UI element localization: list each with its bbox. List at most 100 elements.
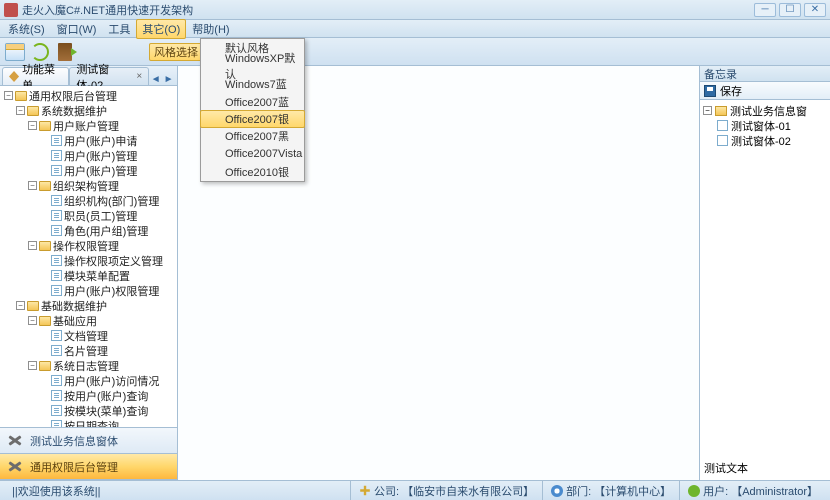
- tree-leaf[interactable]: 按模块(菜单)查询: [40, 403, 175, 418]
- home-icon: [9, 71, 19, 82]
- folder-icon: [39, 181, 51, 191]
- file-icon: [51, 405, 62, 416]
- menu-system[interactable]: 系统(S): [2, 19, 51, 39]
- file-icon: [51, 270, 62, 281]
- file-icon: [51, 375, 62, 386]
- memo-text: 测试文本: [700, 456, 830, 480]
- tab-menu[interactable]: 功能菜单: [2, 67, 69, 85]
- menu-other[interactable]: 其它(O): [136, 19, 186, 39]
- tree-leaf[interactable]: 用户(账户)访问情况: [40, 373, 175, 388]
- file-icon: [51, 345, 62, 356]
- tree-leaf[interactable]: 组织机构(部门)管理: [40, 193, 175, 208]
- file-icon: [717, 135, 728, 146]
- tree-node[interactable]: −测试业务信息窗: [703, 103, 827, 118]
- memo-tree: −测试业务信息窗 测试窗体-01 测试窗体-02: [700, 100, 830, 456]
- status-welcome: ||欢迎使用该系统||: [4, 481, 350, 500]
- status-company: 公司:【临安市自来水有限公司】: [350, 481, 542, 500]
- file-icon: [51, 195, 62, 206]
- tree-leaf[interactable]: 模块菜单配置: [40, 268, 175, 283]
- style-menu: 默认风格 WindowsXP默认 Windows7蓝 Office2007蓝 O…: [200, 38, 305, 182]
- statusbar: ||欢迎使用该系统|| 公司:【临安市自来水有限公司】 部门:【计算机中心】 用…: [0, 480, 830, 500]
- file-icon: [51, 420, 62, 427]
- tabs-scroll-left[interactable]: ◄: [149, 74, 162, 85]
- style-item-xp[interactable]: WindowsXP默认: [201, 57, 304, 75]
- style-item-win7[interactable]: Windows7蓝: [201, 75, 304, 93]
- style-item-2010silver[interactable]: Office2010银: [201, 163, 304, 181]
- tree-leaf[interactable]: 名片管理: [40, 343, 175, 358]
- left-tabs: 功能菜单 测试窗体-02× ◄ ►: [0, 66, 177, 86]
- folder-icon: [39, 361, 51, 371]
- menubar: 系统(S) 窗口(W) 工具 其它(O) 帮助(H): [0, 20, 830, 38]
- save-button[interactable]: 保存: [700, 82, 830, 100]
- menu-window[interactable]: 窗口(W): [51, 19, 103, 39]
- tree-node[interactable]: −系统数据维护: [16, 103, 175, 118]
- folder-icon: [39, 316, 51, 326]
- tree-node[interactable]: −基础应用: [28, 313, 175, 328]
- accordion-item-test[interactable]: 测试业务信息窗体: [0, 428, 177, 454]
- calendar-button[interactable]: [4, 41, 26, 63]
- file-icon: [51, 255, 62, 266]
- folder-icon: [39, 121, 51, 131]
- tree-leaf[interactable]: 用户(账户)申请: [40, 133, 175, 148]
- exit-button[interactable]: [54, 41, 76, 63]
- refresh-icon: [31, 43, 49, 61]
- close-icon[interactable]: ×: [136, 71, 142, 82]
- style-item-2007vista[interactable]: Office2007Vista: [201, 145, 304, 163]
- style-item-2007silver[interactable]: Office2007银: [200, 110, 305, 128]
- building-icon: [359, 485, 371, 497]
- refresh-button[interactable]: [29, 41, 51, 63]
- tree-leaf[interactable]: 测试窗体-02: [717, 133, 827, 148]
- menu-help[interactable]: 帮助(H): [186, 19, 235, 39]
- tree-node[interactable]: −系统日志管理: [28, 358, 175, 373]
- nav-tree: −通用权限后台管理 −系统数据维护 −用户账户管理 用户(账户)申请 用户(账户…: [0, 86, 177, 427]
- file-icon: [51, 285, 62, 296]
- folder-icon: [15, 91, 27, 101]
- minimize-button[interactable]: ─: [754, 3, 776, 17]
- exit-icon: [58, 43, 72, 61]
- tree-root[interactable]: −通用权限后台管理: [4, 88, 175, 103]
- accordion: 测试业务信息窗体 通用权限后台管理: [0, 427, 177, 480]
- file-icon: [51, 225, 62, 236]
- folder-icon: [27, 301, 39, 311]
- tree-leaf[interactable]: 用户(账户)权限管理: [40, 283, 175, 298]
- tree-leaf[interactable]: 用户(账户)管理: [40, 148, 175, 163]
- tree-node[interactable]: −组织架构管理: [28, 178, 175, 193]
- tree-leaf[interactable]: 文档管理: [40, 328, 175, 343]
- tabs-scroll-right[interactable]: ►: [162, 74, 175, 85]
- tree-leaf[interactable]: 按日期查询: [40, 418, 175, 427]
- menu-tools[interactable]: 工具: [102, 19, 136, 39]
- tools-icon: [6, 432, 24, 450]
- file-icon: [51, 330, 62, 341]
- style-item-2007black[interactable]: Office2007黑: [201, 127, 304, 145]
- maximize-button[interactable]: ☐: [779, 3, 801, 17]
- file-icon: [717, 120, 728, 131]
- tree-leaf[interactable]: 操作权限项定义管理: [40, 253, 175, 268]
- tab-test[interactable]: 测试窗体-02×: [69, 67, 149, 85]
- save-icon: [704, 85, 716, 97]
- tree-leaf[interactable]: 测试窗体-01: [717, 118, 827, 133]
- status-user: 用户:【Administrator】: [679, 481, 826, 500]
- dept-icon: [551, 485, 563, 497]
- calendar-icon: [5, 43, 25, 61]
- close-button[interactable]: ✕: [804, 3, 826, 17]
- file-icon: [51, 390, 62, 401]
- tree-leaf[interactable]: 职员(员工)管理: [40, 208, 175, 223]
- tree-node[interactable]: −用户账户管理: [28, 118, 175, 133]
- left-panel: 功能菜单 测试窗体-02× ◄ ► −通用权限后台管理 −系统数据维护 −用户账…: [0, 66, 178, 480]
- accordion-item-admin[interactable]: 通用权限后台管理: [0, 454, 177, 480]
- file-icon: [51, 150, 62, 161]
- folder-icon: [715, 106, 727, 116]
- tree-leaf[interactable]: 用户(账户)管理: [40, 163, 175, 178]
- folder-icon: [39, 241, 51, 251]
- file-icon: [51, 135, 62, 146]
- titlebar: 走火入魔C#.NET通用快速开发架构 ─ ☐ ✕: [0, 0, 830, 20]
- tools-icon: [6, 458, 24, 476]
- tree-leaf[interactable]: 按用户(账户)查询: [40, 388, 175, 403]
- tree-node[interactable]: −基础数据维护: [16, 298, 175, 313]
- style-item-2007blue[interactable]: Office2007蓝: [201, 93, 304, 111]
- app-icon: [4, 3, 18, 17]
- file-icon: [51, 210, 62, 221]
- tree-node[interactable]: −操作权限管理: [28, 238, 175, 253]
- tree-leaf[interactable]: 角色(用户组)管理: [40, 223, 175, 238]
- window-title: 走火入魔C#.NET通用快速开发架构: [22, 2, 754, 18]
